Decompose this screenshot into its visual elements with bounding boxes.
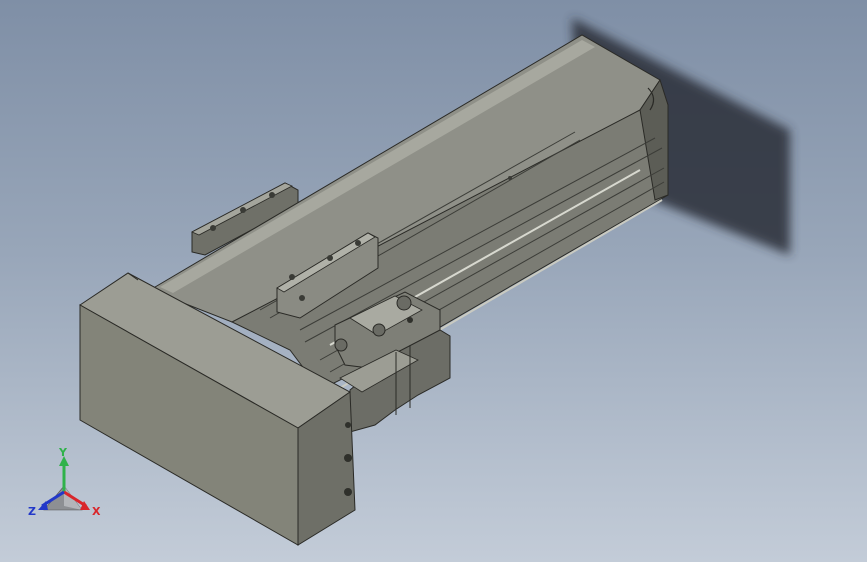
knob-icon[interactable] — [372, 323, 386, 337]
graphics-viewport[interactable]: Y X Z — [0, 0, 867, 562]
end-hole-icon — [344, 488, 352, 496]
carriage-hole-icon — [327, 255, 333, 261]
carriage-hole-icon — [299, 295, 305, 301]
carriage-hole-icon — [289, 274, 295, 280]
mount-hole-icon — [269, 192, 275, 198]
mount-hole-icon — [240, 207, 246, 213]
knob-icon[interactable] — [334, 338, 348, 352]
end-hole-icon — [344, 454, 352, 462]
mount-hole-icon — [210, 225, 216, 231]
y-axis-label: Y — [58, 448, 68, 459]
x-axis-label: X — [92, 505, 101, 518]
screw-icon — [508, 176, 512, 180]
z-axis-label: Z — [28, 505, 36, 518]
reference-triad[interactable]: Y X Z — [22, 448, 112, 528]
knob-icon[interactable] — [396, 295, 412, 311]
linear-actuator-model[interactable] — [0, 0, 867, 562]
bolt-icon — [407, 317, 413, 323]
carriage-hole-icon — [355, 240, 361, 246]
end-hole-icon — [345, 422, 351, 428]
